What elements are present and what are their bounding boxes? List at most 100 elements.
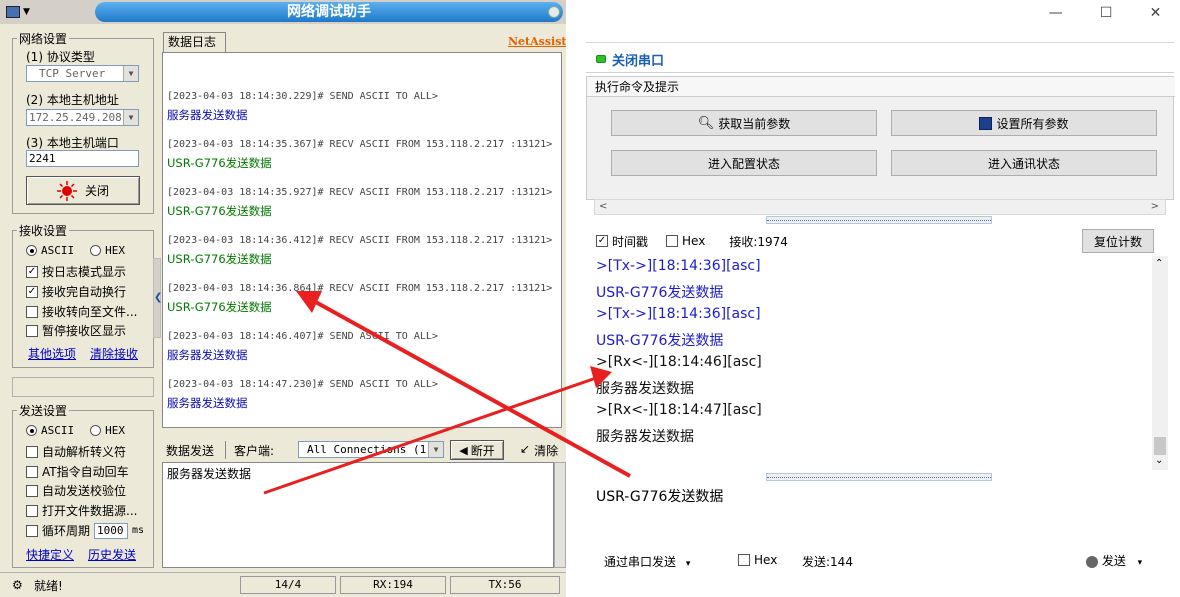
group-legend: 接收设置: [19, 224, 68, 238]
checkbox-unchecked[interactable]: [26, 305, 38, 318]
status-ready: 就绪!: [34, 579, 63, 593]
get-params-button[interactable]: 🔍︎ 获取当前参数: [611, 110, 877, 136]
maximize-icon[interactable]: ☐: [1100, 5, 1113, 21]
close-connection-button[interactable]: 关闭: [26, 176, 140, 205]
rx-ascii-radio[interactable]: [26, 245, 37, 256]
close-port-button[interactable]: 关闭串口: [596, 46, 664, 72]
set-params-button[interactable]: 设置所有参数: [891, 110, 1157, 136]
option-label: 暂停接收区显示: [42, 324, 127, 338]
minimize-button[interactable]: [548, 6, 560, 18]
search-document-icon: 🔍︎: [697, 115, 715, 131]
other-options-link[interactable]: 其他选项: [28, 345, 76, 362]
scrollbar-horizontal[interactable]: < >: [594, 199, 1166, 215]
option-label: 循环周期: [42, 524, 91, 538]
checkbox-unchecked[interactable]: [26, 324, 38, 337]
rx-hex-radio[interactable]: [90, 245, 102, 256]
checkbox-unchecked[interactable]: [26, 465, 38, 478]
clear-send-button[interactable]: ↙ 清除: [520, 442, 558, 459]
tx-encoding-row: ASCII HEX: [26, 424, 125, 437]
netassist-link[interactable]: NetAssist: [508, 35, 566, 48]
option-label: AT指令自动回车: [42, 465, 129, 479]
tx-hex-radio[interactable]: [90, 425, 102, 436]
receive-toolbar: ✓ 时间戳 Hex 接收:1974 复位计数: [596, 229, 1166, 253]
splitter-grip[interactable]: [766, 216, 992, 224]
send-button[interactable]: 发送 ▾: [1086, 552, 1142, 569]
client-value: All Connections (1): [307, 443, 433, 456]
data-log-area[interactable]: 服务器发送数据 [2023-04-03 18:14:30.229]# SEND A…: [162, 52, 562, 428]
reset-count-button[interactable]: 复位计数: [1082, 229, 1154, 253]
tx-option-at[interactable]: AT指令自动回车: [26, 463, 129, 480]
rx-line: 服务器发送数据: [596, 381, 694, 397]
port-input[interactable]: 2241: [26, 150, 139, 167]
rx-option-log-mode[interactable]: ✓ 按日志模式显示: [26, 263, 126, 280]
rx-option-pause[interactable]: 暂停接收区显示: [26, 322, 126, 339]
rx-line: >[Rx<-][18:14:47][asc]: [596, 402, 762, 418]
chevron-down-icon: ▾: [685, 559, 691, 569]
protocol-select[interactable]: TCP Server ▼: [26, 65, 139, 82]
rx-line: >[Rx<-][18:14:46][asc]: [596, 354, 762, 370]
client-label: 客户端:: [234, 444, 275, 458]
checkbox-unchecked[interactable]: [26, 524, 38, 537]
tx-option-loop[interactable]: 循环周期 1000 ms: [26, 522, 144, 539]
log-entry-message: 服务器发送数据: [167, 108, 248, 122]
clear-receive-link[interactable]: 清除接收: [90, 345, 138, 362]
port-status-led-icon: [596, 55, 606, 63]
config-mode-button[interactable]: 进入配置状态: [611, 150, 877, 176]
comm-mode-button[interactable]: 进入通讯状态: [891, 150, 1157, 176]
send-history-link[interactable]: 历史发送: [88, 546, 136, 563]
rx-option-auto-wrap[interactable]: ✓ 接收完自动换行: [26, 283, 126, 300]
tx-option-checksum[interactable]: 自动发送校验位: [26, 482, 126, 499]
shortcut-define-link[interactable]: 快捷定义: [26, 546, 74, 563]
rx-option-to-file[interactable]: 接收转向至文件...: [26, 303, 137, 320]
option-label: 自动解析转义符: [42, 445, 127, 459]
timestamp-checkbox[interactable]: ✓: [596, 235, 608, 247]
tx-ascii-radio[interactable]: [26, 425, 37, 436]
title-bar: ▼ 网络调试助手: [0, 0, 566, 24]
log-entry-message: USR-G776发送数据: [167, 252, 272, 266]
send-via-dropdown[interactable]: 通过串口发送 ▾: [604, 553, 690, 570]
scroll-thumb[interactable]: [1154, 437, 1166, 455]
tab-data-log[interactable]: 数据日志: [163, 32, 226, 52]
tx-hex-label: Hex: [754, 553, 778, 567]
checkbox-unchecked[interactable]: [26, 484, 38, 497]
send-text-area[interactable]: 服务器发送数据: [162, 462, 554, 568]
host-select[interactable]: 172.25.249.208 ▼: [26, 109, 139, 126]
serial-tool-window: — ☐ ✕ 关闭串口 执行命令及提示 🔍︎ 获取当前参数 设置所有参数 进入配置…: [586, 0, 1180, 597]
close-icon[interactable]: ✕: [1150, 5, 1162, 21]
tx-hex-checkbox[interactable]: [738, 554, 750, 566]
netassist-window: ▼ 网络调试助手 网络设置 (1) 协议类型 TCP Server ▼ (2) …: [0, 0, 566, 597]
transmit-area[interactable]: USR-G776发送数据: [594, 482, 1166, 542]
close-port-label: 关闭串口: [612, 53, 665, 69]
log-entry-message: 服务器发送数据: [167, 396, 248, 410]
client-select[interactable]: All Connections (1) ▼: [298, 441, 444, 458]
log-entry-header: [2023-04-03 18:14:36.412]# RECV ASCII FR…: [167, 235, 553, 246]
splitter-grip[interactable]: [766, 473, 992, 481]
rx-hex-label: HEX: [105, 244, 125, 257]
option-label: 自动发送校验位: [42, 484, 127, 498]
checkbox-checked[interactable]: ✓: [26, 265, 38, 278]
tx-option-file[interactable]: 打开文件数据源...: [26, 502, 137, 519]
chevron-down-icon: ▾: [1137, 558, 1143, 568]
tx-option-escape[interactable]: 自动解析转义符: [26, 443, 126, 460]
system-menu[interactable]: ▼: [6, 4, 52, 20]
checkbox-checked[interactable]: ✓: [26, 285, 38, 298]
tx-ascii-label: ASCII: [41, 424, 75, 437]
tab-data-send[interactable]: 数据发送: [166, 442, 214, 459]
loop-period-input[interactable]: 1000: [94, 522, 129, 539]
rx-hex-label: Hex: [682, 234, 706, 248]
set-params-label: 设置所有参数: [996, 116, 1069, 131]
receive-area[interactable]: >[Tx->][18:14:36][asc] USR-G776发送数据 >[Tx->…: [594, 256, 1154, 468]
scrollbar-vertical[interactable]: [554, 462, 566, 568]
arrow-left-icon: ◀: [459, 443, 468, 457]
checkbox-unchecked[interactable]: [26, 504, 38, 517]
rx-hex-checkbox[interactable]: [666, 235, 679, 247]
disconnect-button[interactable]: ◀ 断开: [450, 440, 504, 460]
rx-line: 服务器发送数据: [596, 429, 694, 445]
rx-links-row: 其他选项 清除接收: [28, 345, 138, 362]
minimize-icon[interactable]: —: [1049, 5, 1063, 21]
timestamp-label: 时间戳: [612, 234, 649, 249]
tx-count: 发送:144: [802, 555, 853, 569]
disconnect-label: 断开: [470, 443, 495, 458]
scrollbar-vertical[interactable]: ⌃ ⌄: [1152, 256, 1168, 470]
checkbox-unchecked[interactable]: [26, 445, 38, 458]
